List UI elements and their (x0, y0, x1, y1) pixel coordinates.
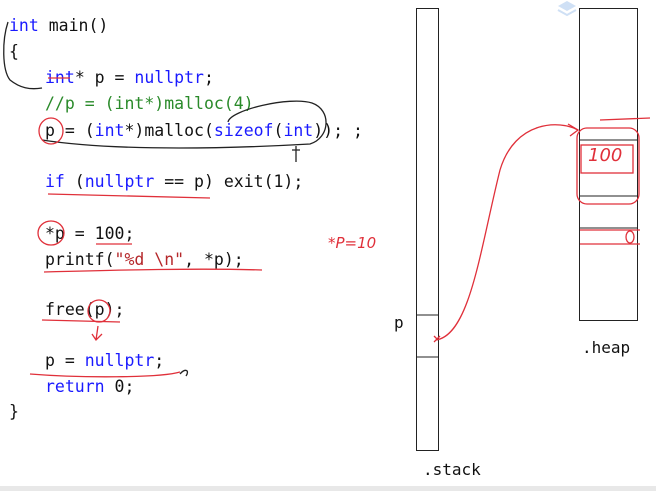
arrow-down (91, 325, 103, 342)
pen-mark (179, 369, 189, 377)
pointer-arrowhead (567, 123, 580, 137)
underline-printf (43, 268, 263, 273)
brace-scribble (3, 21, 43, 90)
logo-icon (557, 1, 577, 17)
underline-scribble (41, 100, 327, 149)
side-note: *P=10 (328, 234, 377, 252)
heap-alloc-circle (576, 127, 640, 205)
cursor-mark (292, 146, 300, 162)
pointer-arrow (435, 124, 579, 341)
heap-value-handwritten: 100 (588, 145, 623, 166)
bottom-scrollbar[interactable] (0, 486, 656, 491)
heap-red-dot (625, 230, 635, 244)
underline-free (41, 319, 121, 323)
underline-if (47, 193, 211, 199)
circle-free-p (87, 299, 111, 323)
heap-red-lines (580, 229, 640, 245)
circle-p (38, 117, 64, 145)
heap-red-top (599, 117, 651, 121)
stack-memory-box (416, 8, 439, 451)
underline-nullptr (29, 371, 181, 378)
circle-star-p (37, 220, 65, 246)
